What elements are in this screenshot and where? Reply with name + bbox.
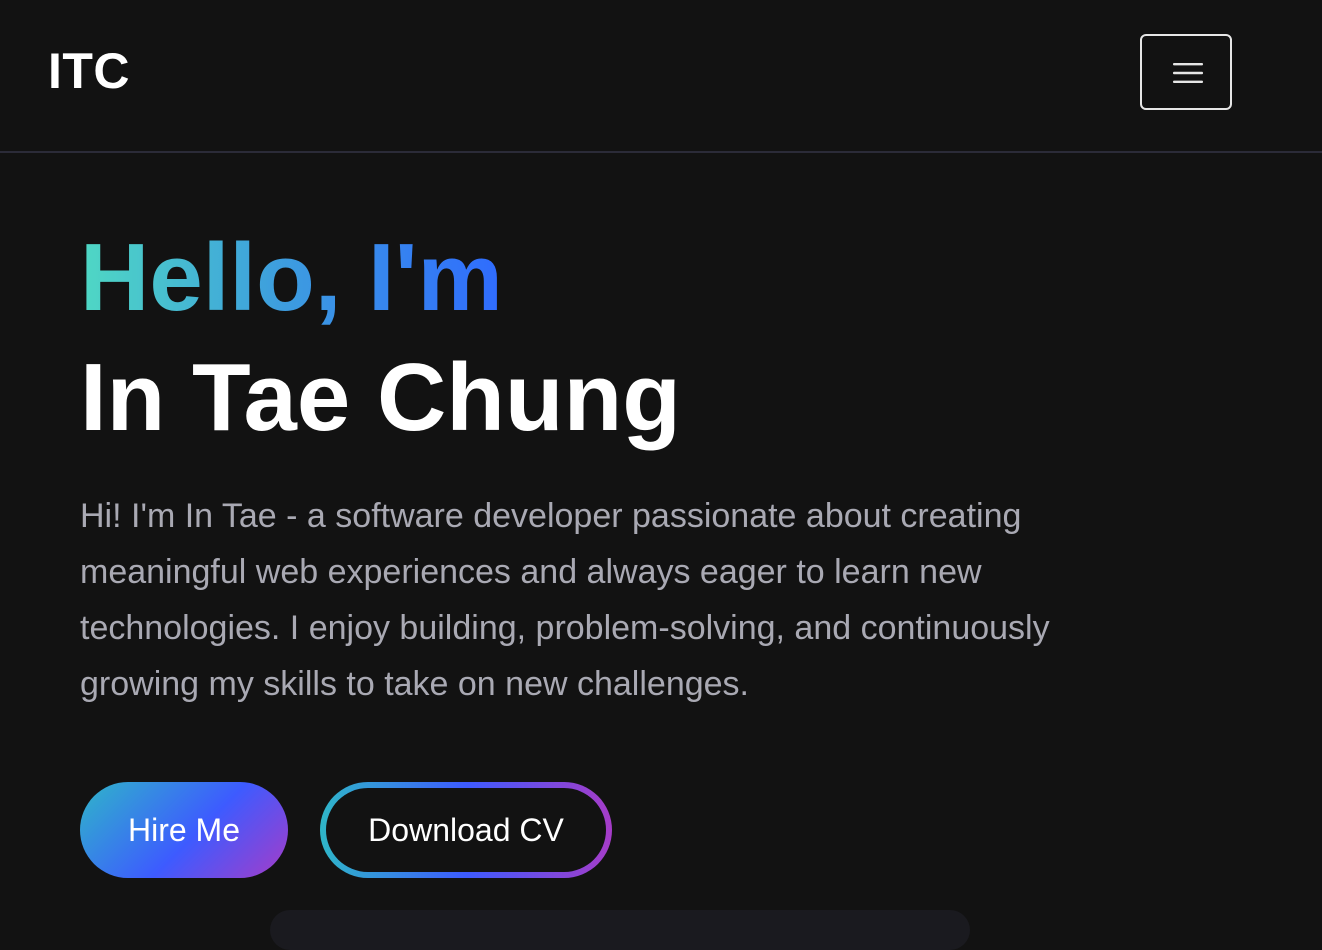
- menu-toggle-button[interactable]: [1140, 34, 1232, 110]
- hero-name: In Tae Chung: [80, 344, 681, 451]
- hero-greeting: Hello, I'm: [80, 224, 503, 331]
- brand-logo[interactable]: ITC: [48, 41, 130, 101]
- navbar: ITC: [0, 0, 1322, 153]
- hamburger-menu-icon: [1173, 63, 1203, 83]
- download-cv-label: Download CV: [326, 788, 606, 872]
- hire-me-button[interactable]: Hire Me: [80, 782, 288, 878]
- hero-intro: Hi! I'm In Tae - a software developer pa…: [80, 497, 1050, 703]
- download-cv-button[interactable]: Download CV: [320, 782, 612, 878]
- partial-card: [270, 910, 970, 950]
